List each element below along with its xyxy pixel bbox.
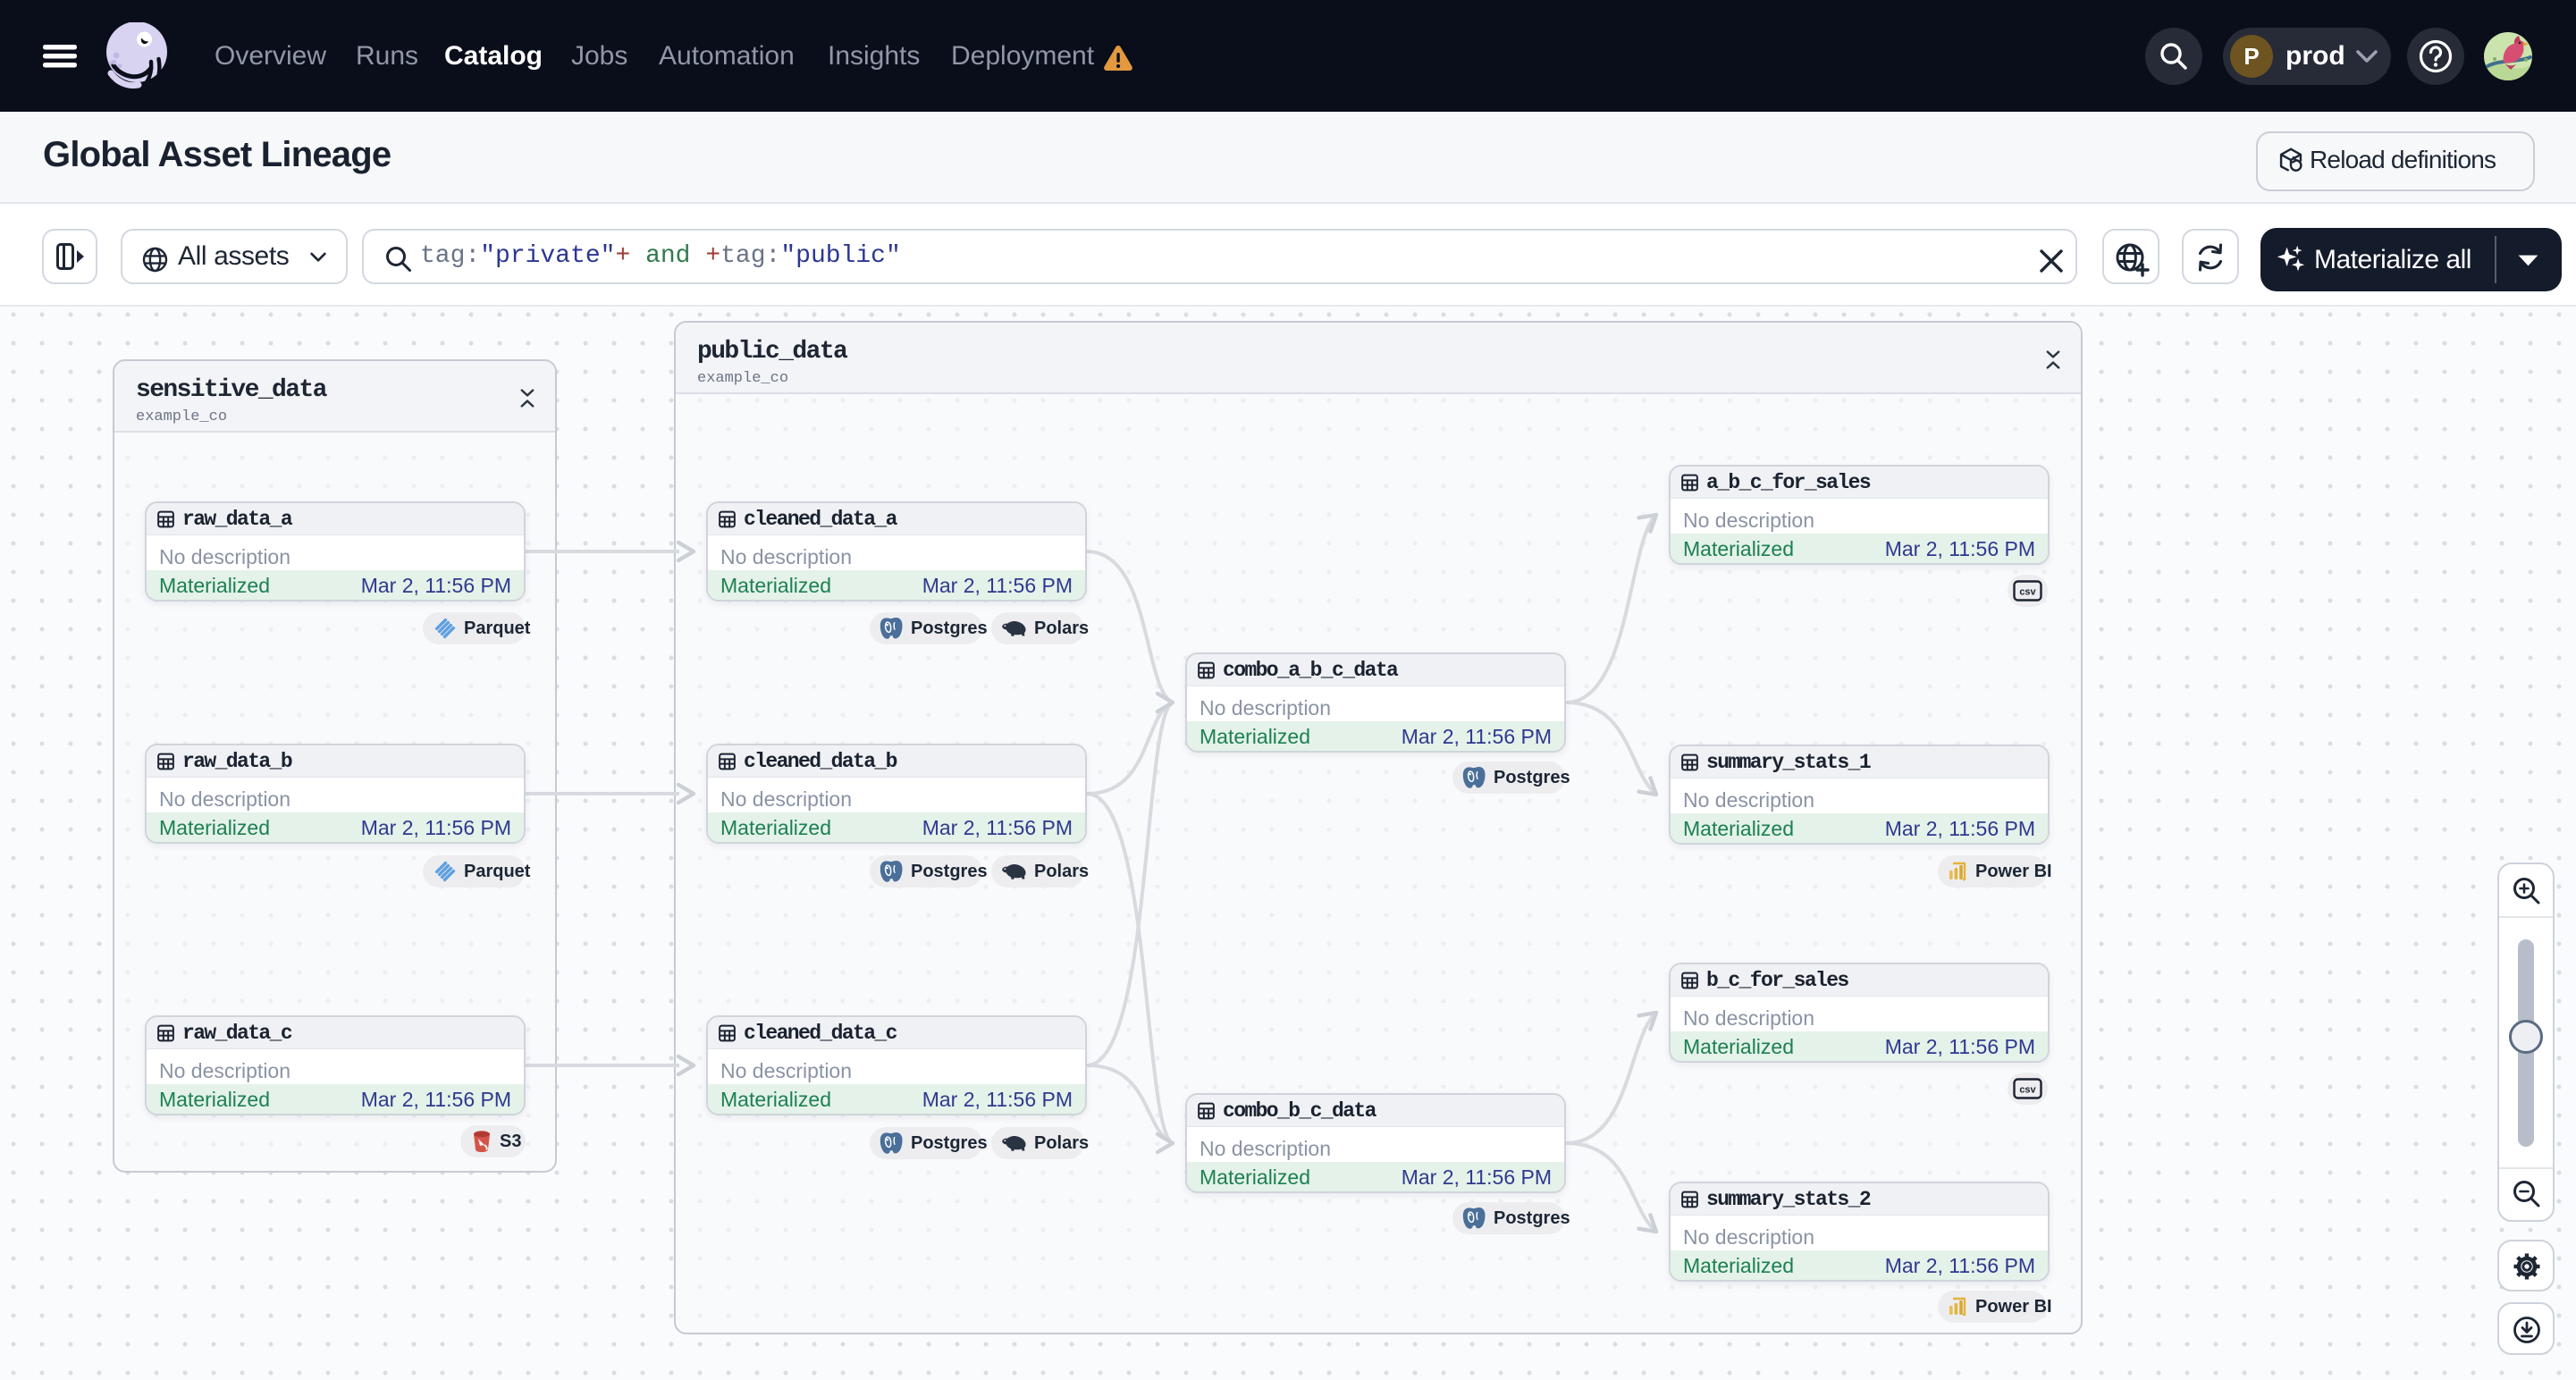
svg-text:csv: csv — [2019, 587, 2036, 598]
svg-text:csv: csv — [2019, 1085, 2036, 1096]
